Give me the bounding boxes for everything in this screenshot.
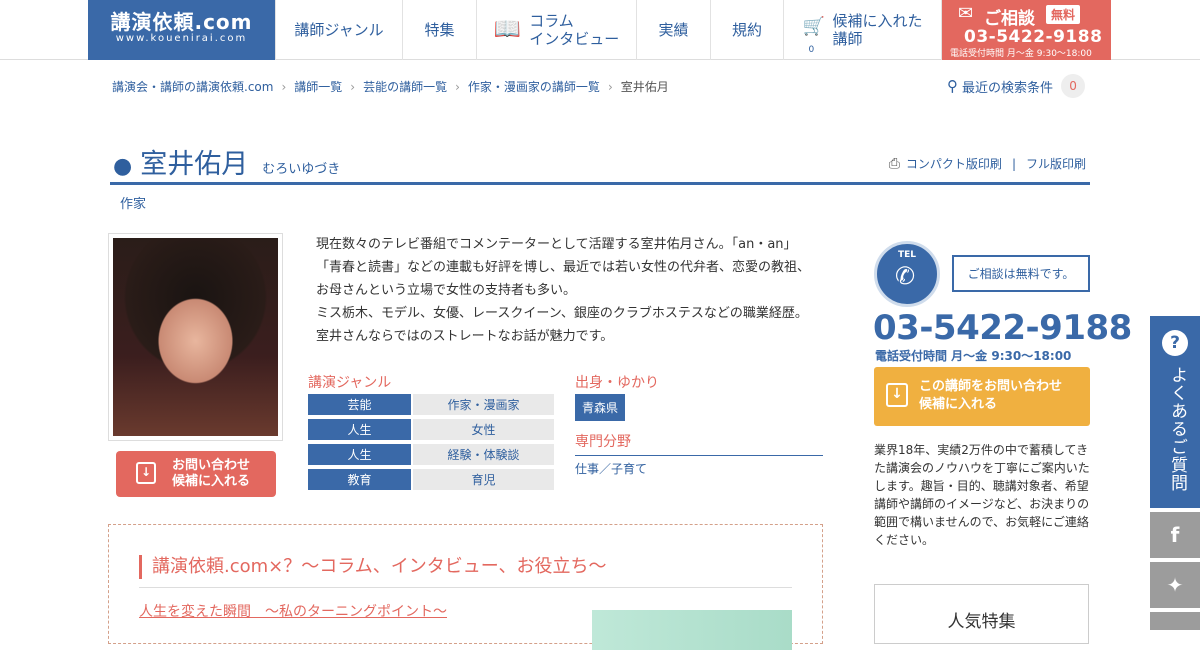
breadcrumb-author[interactable]: 作家・漫画家の講師一覧 (468, 78, 600, 95)
recent-search-label: 最近の検索条件 (962, 80, 1054, 96)
genre-sub[interactable]: 育児 (413, 469, 554, 490)
speaker-kana: むろいゆづき (262, 162, 341, 177)
download-icon: ↓ (886, 383, 908, 407)
printer-icon: ⎙ (888, 155, 900, 172)
breadcrumb-home[interactable]: 講演会・講師の講演依頼.com (112, 78, 273, 95)
recent-search[interactable]: ⚲ 最近の検索条件 0 (947, 74, 1086, 98)
genre-row: 芸能 作家・漫画家 (308, 394, 554, 415)
site-header: 講演依頼.com www.kouenirai.com 講師ジャンル 特集 📖 コ… (0, 0, 1200, 60)
person-icon: ● (113, 154, 133, 179)
genre-heading: 講演ジャンル (308, 375, 392, 391)
phone-icon: ✆ (895, 262, 916, 290)
chat-icon: ✉ (958, 3, 974, 24)
header-phone: 03-5422-9188 (964, 27, 1103, 47)
faq-label: よくあるご質問 (1167, 366, 1187, 492)
speaker-name-block: ● 室井佑月 むろいゆづき (113, 142, 340, 181)
breadcrumb-current: 室井佑月 (620, 80, 669, 94)
consult-title: ご相談 (984, 9, 1035, 29)
nav-genre[interactable]: 講師ジャンル (275, 0, 402, 60)
breadcrumb-geino[interactable]: 芸能の講師一覧 (363, 78, 447, 95)
facebook-button[interactable]: f (1150, 512, 1200, 558)
column-thumbnail[interactable] (592, 610, 792, 650)
nav-candidates[interactable]: 🛒 0 候補に入れた 講師 (783, 0, 942, 60)
print-compact-link[interactable]: コンパクト版印刷 (906, 155, 1002, 172)
book-icon: 📖 (493, 17, 522, 42)
genre-row: 教育 育児 (308, 469, 554, 490)
chevron-right-icon: › (350, 79, 356, 94)
divider: | (1011, 156, 1016, 171)
column-link[interactable]: 人生を変えた瞬間 ～私のターニングポイント～ (139, 601, 447, 621)
popular-features-title: 人気特集 (947, 612, 1016, 632)
origin-heading: 出身・ゆかり (575, 375, 659, 391)
main-nav: 講師ジャンル 特集 📖 コラム インタビュー 実績 規約 🛒 0 候補に入れた … (275, 0, 942, 60)
question-icon: ? (1162, 330, 1188, 356)
logo-sub: www.kouenirai.com (115, 33, 248, 44)
sidebar-info-text: 業界18年、実績2万件の中で蓄積してきた講演会のノウハウを丁寧にご案内いたします… (874, 443, 1090, 547)
speaker-photo (108, 233, 283, 441)
print-links: ⎙ コンパクト版印刷 | フル版印刷 (889, 155, 1086, 172)
consult-free-bubble: ご相談は無料です。 (952, 255, 1090, 292)
nav-results[interactable]: 実績 (636, 0, 710, 60)
site-logo[interactable]: 講演依頼.com www.kouenirai.com (88, 0, 275, 60)
genre-main[interactable]: 人生 (308, 444, 411, 465)
sidebar-hours: 電話受付時間 月〜金 9:30〜18:00 (875, 349, 1072, 363)
speaker-name: 室井佑月 (140, 149, 249, 180)
genre-table: 芸能 作家・漫画家 人生 女性 人生 経験・体験談 教育 育児 (308, 394, 554, 494)
nav-column[interactable]: 📖 コラム インタビュー (476, 0, 636, 60)
line-button[interactable] (1150, 612, 1200, 630)
search-icon: ⚲ (947, 77, 958, 95)
genre-row: 人生 女性 (308, 419, 554, 440)
print-full-link[interactable]: フル版印刷 (1026, 155, 1086, 172)
genre-main[interactable]: 教育 (308, 469, 411, 490)
popular-features-box: 人気特集 (874, 584, 1089, 644)
speaker-occupation: 作家 (120, 197, 147, 212)
genre-row: 人生 経験・体験談 (308, 444, 554, 465)
faq-tab[interactable]: ? よくあるご質問 (1150, 316, 1200, 508)
logo-main: 講演依頼.com (110, 10, 253, 34)
origin-tag[interactable]: 青森県 (575, 394, 626, 421)
column-box: 講演依頼.com×？～コラム、インタビュー、お役立ち～ 人生を変えた瞬間 ～私の… (108, 524, 823, 650)
facebook-icon: f (1170, 523, 1180, 547)
tel-badge: TEL ✆ (874, 241, 940, 307)
inquiry-button[interactable]: ↓ お問い合わせ 候補に入れる (116, 451, 276, 497)
column-divider (139, 587, 792, 588)
speaker-photo-image (113, 238, 278, 436)
breadcrumb-list[interactable]: 講師一覧 (294, 78, 342, 95)
tel-label: TEL (897, 250, 917, 260)
download-icon: ↓ (136, 462, 156, 484)
chevron-right-icon: › (281, 79, 287, 94)
twitter-button[interactable]: ✦ (1150, 562, 1200, 608)
genre-sub[interactable]: 経験・体験談 (413, 444, 554, 465)
title-rule (110, 182, 1090, 185)
free-badge: 無料 (1046, 5, 1081, 24)
specialty-value: 仕事／子育て (575, 462, 648, 476)
basket-icon: 🛒 0 (802, 16, 825, 56)
breadcrumb: 講演会・講師の講演依頼.com › 講師一覧 › 芸能の講師一覧 › 作家・漫画家の講… (112, 78, 669, 95)
genre-main[interactable]: 芸能 (308, 394, 411, 415)
chevron-right-icon: › (607, 79, 613, 94)
sidebar-phone[interactable]: 03-5422-9188 (873, 308, 1132, 348)
recent-search-count: 0 (1061, 74, 1086, 98)
specialty-heading: 専門分野 (575, 431, 823, 456)
nav-feature[interactable]: 特集 (402, 0, 476, 60)
chevron-right-icon: › (455, 79, 460, 94)
genre-sub[interactable]: 作家・漫画家 (413, 394, 554, 415)
genre-sub[interactable]: 女性 (413, 419, 554, 440)
speaker-description: 現在数々のテレビ番組でコメンテーターとして活躍する室井佑月さん。「an・an」 … (316, 237, 811, 344)
genre-main[interactable]: 人生 (308, 419, 411, 440)
header-hours: 電話受付時間 月〜金 9:30〜18:00 (950, 49, 1092, 59)
column-title: 講演依頼.com×？～コラム、インタビュー、お役立ち～ (139, 555, 607, 579)
twitter-icon: ✦ (1166, 573, 1184, 597)
sidebar-inquiry-button[interactable]: ↓ この講師をお問い合わせ 候補に入れる (874, 367, 1090, 426)
nav-terms[interactable]: 規約 (710, 0, 783, 60)
header-consult-button[interactable]: ✉ ご相談 無料 03-5422-9188 電話受付時間 月〜金 9:30〜18… (942, 0, 1111, 60)
